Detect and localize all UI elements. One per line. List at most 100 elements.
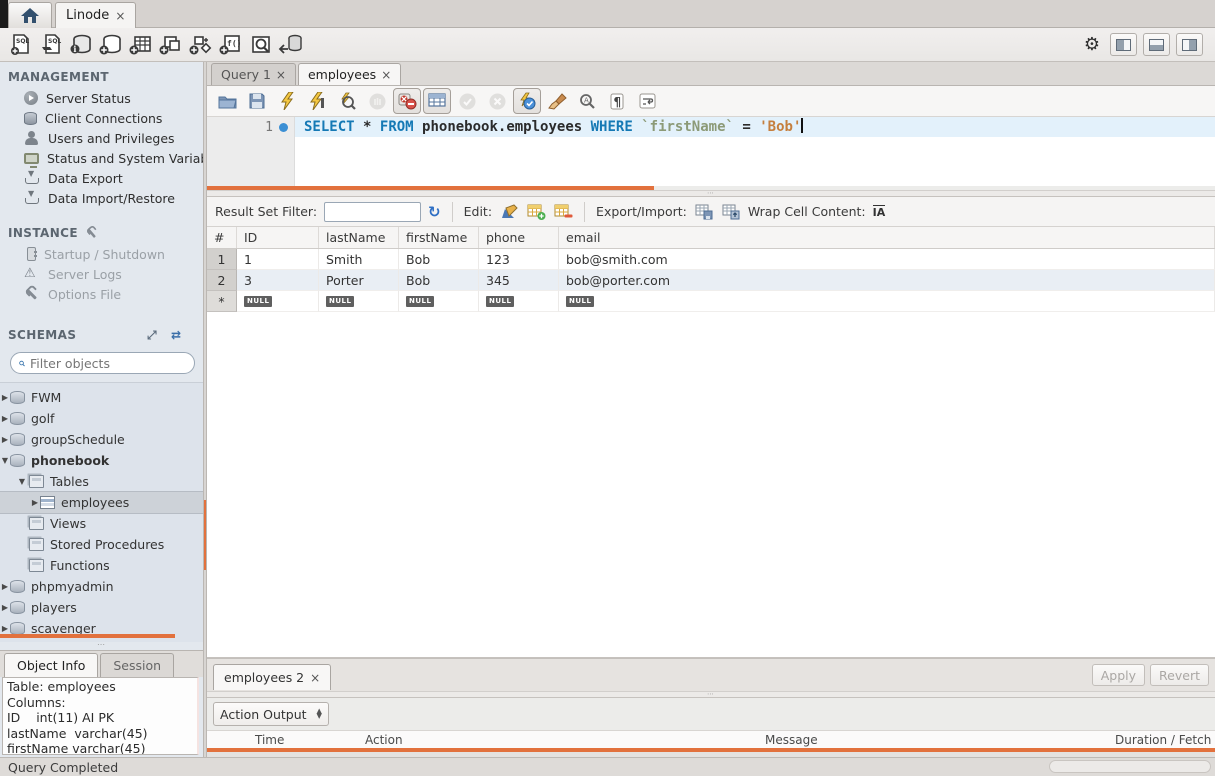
create-function-button[interactable]: f() [216,31,246,59]
grid-cell[interactable]: Smith [319,249,399,270]
create-schema-button[interactable] [96,31,126,59]
rollback-button[interactable] [483,88,511,114]
find-button[interactable]: A [573,88,601,114]
editor-result-splitter[interactable]: ⋯ [207,190,1215,197]
toggle-sidebar-button[interactable] [1110,33,1137,56]
execute-current-statement-button[interactable] [303,88,331,114]
show-invisible-characters-button[interactable]: ¶ [603,88,631,114]
wrap-cell-content-icon[interactable]: IA [873,205,886,218]
tree-expand-arrow-icon[interactable]: ▼ [0,456,10,465]
create-procedure-button[interactable] [186,31,216,59]
open-sql-script-button[interactable]: SQL [36,31,66,59]
schema-tree-item[interactable]: ▶ golf [0,408,203,429]
close-icon[interactable]: × [310,671,320,685]
sidebar-item[interactable]: Startup / Shutdown [0,244,203,264]
output-type-select[interactable]: Action Output ▲▼ [213,702,329,726]
grid-cell-null[interactable]: NULL [319,291,399,312]
gear-icon[interactable]: ⚙ [1080,34,1104,55]
create-table-button[interactable] [126,31,156,59]
grid-cell[interactable]: 345 [479,270,559,291]
schema-tree-item[interactable]: ▶ FWM [0,387,203,408]
sidebar-item[interactable]: Data Import/Restore [0,188,203,208]
home-tab[interactable] [8,2,52,28]
tree-expand-arrow-icon[interactable]: ▶ [0,435,10,444]
schema-tree-item[interactable]: ▶ employees [0,492,203,513]
refresh-icon[interactable]: ↻ [428,203,441,221]
create-view-button[interactable] [156,31,186,59]
schema-tree-item[interactable]: ▶ groupSchedule [0,429,203,450]
delete-row-icon[interactable] [553,203,573,221]
tree-expand-arrow-icon[interactable]: ▶ [0,393,10,402]
sidebar-splitter-grip[interactable]: ⋯ [0,642,203,650]
explain-plan-button[interactable] [333,88,361,114]
search-data-button[interactable] [246,31,276,59]
tab-employees[interactable]: employees × [298,63,401,85]
schema-tree-item[interactable]: ▼ Tables [0,471,203,492]
schema-tree-item[interactable]: Stored Procedures [0,534,203,555]
grid-cell[interactable]: 123 [479,249,559,270]
schema-tree-item[interactable]: ▼ phonebook [0,450,203,471]
toggle-secondary-sidebar-button[interactable] [1176,33,1203,56]
row-number-cell[interactable]: 1 [207,249,237,270]
close-icon[interactable]: × [115,9,125,23]
sidebar-item[interactable]: Users and Privileges [0,128,203,148]
column-header-email[interactable]: email [559,227,1215,248]
revert-button[interactable]: Revert [1150,664,1209,686]
toggle-limit-rows-button[interactable] [423,88,451,114]
commit-button[interactable] [453,88,481,114]
horizontal-scrollbar-thumb[interactable] [1049,760,1211,773]
grid-cell[interactable]: 1 [237,249,319,270]
close-icon[interactable]: × [381,68,391,82]
new-row-placeholder[interactable]: *NULLNULLNULLNULLNULL [207,291,1215,312]
tab-query-1[interactable]: Query 1 × [211,63,296,85]
grid-cell-null[interactable]: NULL [399,291,479,312]
tab-object-info[interactable]: Object Info [4,653,98,677]
export-recordset-icon[interactable] [694,203,714,221]
result-tab-employees-2[interactable]: employees 2 × [213,664,331,690]
schema-tree-item[interactable]: Views [0,513,203,534]
sql-code-editor[interactable]: 1 SELECT * FROM phonebook.employees WHER… [207,117,1215,186]
result-filter-input[interactable] [324,202,421,222]
expand-schemas-icon[interactable] [147,328,163,342]
data-transfer-button[interactable] [276,31,306,59]
edit-cell-icon[interactable] [499,203,519,221]
grid-cell-null[interactable]: NULL [237,291,319,312]
grid-cell[interactable]: Bob [399,270,479,291]
new-sql-tab-button[interactable]: SQL [6,31,36,59]
tree-expand-arrow-icon[interactable]: ▶ [0,603,10,612]
execute-query-button[interactable] [273,88,301,114]
grid-cell[interactable]: 3 [237,270,319,291]
grid-cell[interactable]: bob@smith.com [559,249,1215,270]
tree-expand-arrow-icon[interactable]: ▶ [0,624,10,633]
grid-cell-null[interactable]: NULL [479,291,559,312]
insert-row-icon[interactable] [526,203,546,221]
column-header-ID[interactable]: ID [237,227,319,248]
refresh-schemas-icon[interactable]: ⇄ [171,328,187,342]
row-number-cell[interactable]: 2 [207,270,237,291]
grid-cell-null[interactable]: NULL [559,291,1215,312]
schema-inspector-button[interactable]: i [66,31,96,59]
grid-cell[interactable]: Bob [399,249,479,270]
editor-code-area[interactable]: SELECT * FROM phonebook.employees WHERE … [295,117,1215,186]
schema-tree-item[interactable]: Functions [0,555,203,576]
tree-expand-arrow-icon[interactable]: ▶ [30,498,40,507]
toggle-autocommit-button[interactable] [513,88,541,114]
connection-tab-linode[interactable]: Linode × [55,2,136,28]
column-header-lastName[interactable]: lastName [319,227,399,248]
column-header-firstName[interactable]: firstName [399,227,479,248]
beautify-sql-button[interactable] [543,88,571,114]
table-row[interactable]: 23PorterBob345bob@porter.com [207,270,1215,291]
sidebar-item[interactable]: ⚠ Server Logs [0,264,203,284]
import-recordset-icon[interactable] [721,203,741,221]
schema-filter-input[interactable] [30,356,186,371]
tree-expand-arrow-icon[interactable]: ▼ [17,477,27,486]
toggle-word-wrap-button[interactable] [633,88,661,114]
apply-button[interactable]: Apply [1092,664,1145,686]
toggle-output-button[interactable] [1143,33,1170,56]
stop-query-button[interactable] [363,88,391,114]
sidebar-item[interactable]: Data Export [0,168,203,188]
toggle-stop-on-error-button[interactable] [393,88,421,114]
row-number-cell[interactable]: * [207,291,237,312]
tree-expand-arrow-icon[interactable]: ▶ [0,582,10,591]
schema-tree-item[interactable]: ▶ phpmyadmin [0,576,203,597]
